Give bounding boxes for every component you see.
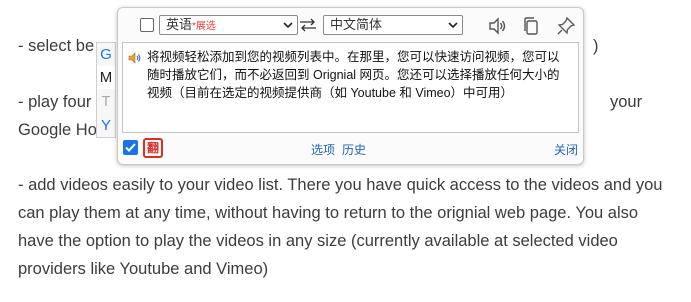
- speaker-icon[interactable]: [128, 52, 142, 64]
- swap-languages-icon[interactable]: [299, 18, 317, 32]
- pin-icon[interactable]: [556, 16, 576, 36]
- paragraph-play-line1: - play four: [18, 93, 92, 111]
- paragraph-select: - select be: [18, 32, 94, 60]
- paragraph-play-line2: Google Ho: [18, 121, 97, 139]
- translation-popup: 英语*展选 中文简体 将视频轻松添加到您的视频列表中。在那里，您可以快速访问视频…: [117, 7, 584, 165]
- translator-logo-icon[interactable]: 翻: [143, 138, 163, 158]
- logo-text: 翻: [146, 141, 159, 155]
- paragraph-select-right: ): [593, 37, 599, 55]
- source-language-select[interactable]: 英语*展选: [159, 15, 298, 35]
- history-link[interactable]: 历史: [342, 141, 366, 158]
- copy-icon[interactable]: [521, 16, 541, 36]
- paragraph-select-text: - select be: [18, 37, 95, 55]
- options-link[interactable]: 选项: [311, 141, 335, 158]
- target-language-select[interactable]: 中文简体: [323, 15, 463, 35]
- engine-tab-google[interactable]: G: [97, 43, 115, 66]
- chevron-down-icon: [283, 22, 293, 29]
- source-language-value: 英语: [166, 17, 193, 32]
- translation-text: 将视频轻松添加到您的视频列表中。在那里，您可以快速访问视频，您可以随时播放它们，…: [147, 50, 560, 100]
- engine-tabs: G M T Y: [96, 42, 116, 138]
- engine-tab-yandex[interactable]: Y: [97, 114, 115, 137]
- popup-toolbar: 英语*展选 中文简体: [118, 8, 583, 42]
- source-language-hint: *展选: [192, 21, 216, 32]
- engine-tab-t[interactable]: T: [97, 90, 115, 113]
- paragraph-play-right: your: [610, 93, 643, 111]
- checkmark-icon: [125, 143, 136, 152]
- chevron-down-icon: [448, 22, 458, 29]
- speaker-icon[interactable]: [488, 16, 508, 36]
- engine-tab-microsoft[interactable]: M: [97, 66, 115, 89]
- paragraph-add-videos: - add videos easily to your video list. …: [18, 176, 663, 278]
- auto-translate-checkbox[interactable]: [123, 140, 138, 155]
- target-language-value: 中文简体: [330, 17, 383, 32]
- popup-footer: 翻 选项 历史 关闭: [118, 135, 583, 163]
- pin-checkbox[interactable]: [140, 18, 154, 32]
- translation-result: 将视频轻松添加到您的视频列表中。在那里，您可以快速访问视频，您可以随时播放它们，…: [122, 42, 579, 133]
- close-link[interactable]: 关闭: [554, 141, 578, 158]
